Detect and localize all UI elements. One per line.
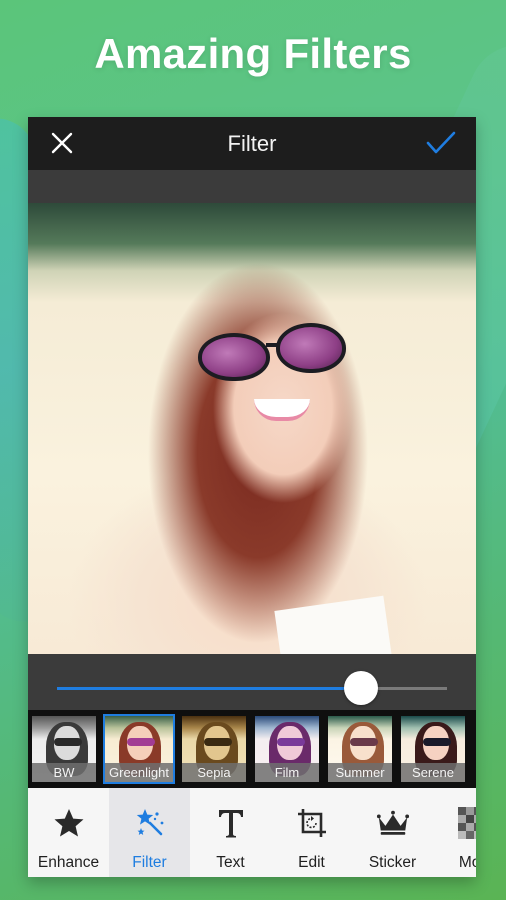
- intensity-slider-area: [28, 654, 476, 710]
- filter-bw[interactable]: BW: [30, 714, 98, 784]
- thumbnail-detail: [127, 738, 155, 746]
- tool-label: Enhance: [37, 854, 100, 871]
- photo-detail: [254, 399, 310, 421]
- filter-strip[interactable]: BW Greenlight Sepia Film Summer Serene: [28, 710, 476, 788]
- photo-detail: [198, 333, 270, 381]
- intensity-slider[interactable]: [57, 671, 447, 705]
- filter-label: Film: [255, 763, 319, 782]
- tool-edit[interactable]: Edit: [271, 788, 352, 877]
- close-icon: [51, 132, 73, 154]
- top-bar: Filter: [28, 117, 476, 170]
- tool-label: Edit: [298, 854, 325, 871]
- filter-sepia[interactable]: Sepia: [180, 714, 248, 784]
- filter-film[interactable]: Film: [253, 714, 321, 784]
- slider-fill: [57, 687, 362, 690]
- headline-bold: Filters: [283, 30, 412, 77]
- photo-detail: [274, 595, 392, 654]
- screen-title: Filter: [227, 130, 277, 156]
- slider-thumb[interactable]: [344, 671, 379, 705]
- app-screen: Filter BW Greenlight Sepia Film Summer Serene…: [28, 117, 476, 877]
- close-button[interactable]: [50, 131, 74, 155]
- tool-label: Filter: [132, 854, 167, 871]
- checkmark-icon: [426, 131, 456, 154]
- text-icon: [214, 806, 248, 840]
- headline-regular: Amazing: [94, 30, 272, 77]
- magic-wand-icon: [133, 806, 167, 840]
- tool-sticker[interactable]: Sticker: [352, 788, 433, 877]
- filter-label: Serene: [401, 763, 465, 782]
- mosaic-icon: [457, 806, 476, 840]
- filter-label: BW: [32, 763, 96, 782]
- tool-label: Mos: [458, 854, 476, 871]
- star-icon: [52, 806, 86, 840]
- tool-mos[interactable]: Mos: [433, 788, 476, 877]
- promo-headline: Amazing Filters: [0, 30, 506, 78]
- crown-icon: [376, 806, 410, 840]
- thumbnail-detail: [204, 738, 232, 746]
- thumbnail-detail: [350, 738, 378, 746]
- confirm-button[interactable]: [426, 130, 456, 156]
- thumbnail-detail: [423, 738, 451, 746]
- bottom-toolbar: Enhance Filter Text Edit Sticker Mos: [28, 788, 476, 877]
- filter-label: Greenlight: [105, 763, 173, 782]
- thumbnail-detail: [54, 738, 82, 746]
- thumbnail-detail: [277, 738, 305, 746]
- photo-canvas[interactable]: [28, 203, 476, 654]
- filter-greenlight[interactable]: Greenlight: [103, 714, 175, 784]
- filter-serene[interactable]: Serene: [399, 714, 467, 784]
- tool-text[interactable]: Text: [190, 788, 271, 877]
- tool-label: Text: [216, 854, 245, 871]
- crop-rotate-icon: [295, 806, 329, 840]
- tool-filter[interactable]: Filter: [109, 788, 190, 877]
- filter-label: Summer: [328, 763, 392, 782]
- sub-bar: [28, 170, 476, 203]
- filter-summer[interactable]: Summer: [326, 714, 394, 784]
- tool-label: Sticker: [368, 854, 417, 871]
- photo-detail: [276, 323, 346, 373]
- tool-enhance[interactable]: Enhance: [28, 788, 109, 877]
- filter-label: Sepia: [182, 763, 246, 782]
